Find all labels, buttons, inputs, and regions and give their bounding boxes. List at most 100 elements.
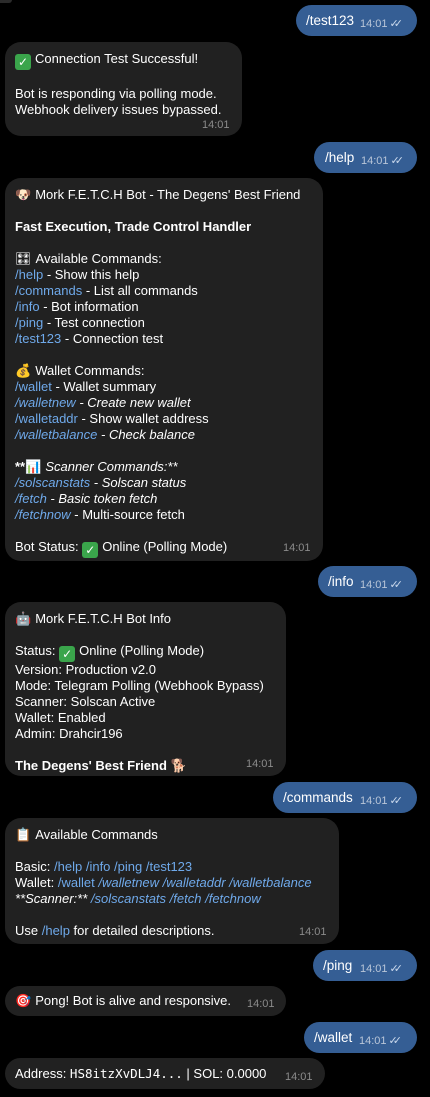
message-text: /ping [323, 958, 353, 973]
command-link[interactable]: /help [42, 923, 70, 938]
command-item: /ping - Test connection [15, 315, 145, 330]
command-item: /test123 - Connection test [15, 331, 164, 346]
message-title-line: ✓ Connection Test Successful! [15, 51, 232, 70]
scanner-line: Scanner: Solscan Active [15, 694, 156, 709]
message-text-line: Address: HS8itzXvDLJ4... | SOL: 0.0000 [15, 1066, 267, 1081]
message-time: 14:01 [247, 998, 275, 1010]
bar-chart-icon: 📊 [25, 459, 42, 474]
outgoing-message-help[interactable]: /help 14:01 ✓✓ [314, 142, 417, 173]
command-item: /solscanstats - Solscan status [15, 475, 187, 490]
command-item: /help - Show this help [15, 267, 140, 282]
bot-status-line: Bot Status: ✓ Online (Polling Mode) [15, 539, 228, 558]
admin-line: Admin: Drahcir196 [15, 726, 123, 741]
incoming-message-connection-test[interactable]: ✓ Connection Test Successful! Bot is resp… [5, 42, 242, 136]
message-title: Available Commands [35, 827, 158, 842]
double-check-read-icon: ✓✓ [390, 155, 405, 167]
message-text: /wallet [314, 1030, 353, 1045]
command-link[interactable]: /walletbalance [229, 875, 311, 890]
message-time: 14:01 [283, 542, 311, 554]
message-line: Bot is responding via polling mode. [15, 86, 217, 101]
command-item: /walletbalance - Check balance [15, 427, 195, 442]
command-link[interactable]: /wallet [15, 379, 52, 394]
command-link[interactable]: /info [15, 299, 40, 314]
message-title-line: 📋 Available Commands [15, 827, 329, 843]
incoming-message-help-list[interactable]: 🐶 Mork F.E.T.C.H Bot - The Degens' Best F… [5, 178, 323, 561]
previous-message-edge [0, 0, 12, 3]
section-header-wallet: 💰 Wallet Commands: [15, 363, 145, 378]
command-link[interactable]: /info [86, 859, 111, 874]
footer-line: The Degens' Best Friend 🐕 [15, 758, 187, 773]
message-title-line: 🤖 Mork F.E.T.C.H Bot Info [15, 611, 276, 627]
command-link[interactable]: /walletnew [15, 395, 76, 410]
remote-control-icon: 🎛 [15, 251, 32, 266]
mode-line: Mode: Telegram Polling (Webhook Bypass) [15, 678, 264, 693]
wallet-address[interactable]: HS8itzXvDLJ4... [70, 1066, 183, 1081]
message-text: /info [328, 574, 354, 589]
command-link[interactable]: /help [54, 859, 82, 874]
command-link[interactable]: /fetchnow [15, 507, 71, 522]
command-link[interactable]: /fetch [15, 491, 47, 506]
outgoing-message-commands[interactable]: /commands 14:01 ✓✓ [273, 782, 417, 813]
command-link[interactable]: /walletnew [98, 875, 159, 890]
message-text: /test123 [306, 13, 355, 28]
basic-commands-line: Basic: /help /info /ping /test123 [15, 859, 193, 874]
command-link[interactable]: /test123 [15, 331, 61, 346]
command-link[interactable]: /walletbalance [15, 427, 97, 442]
command-link[interactable]: /test123 [146, 859, 192, 874]
incoming-message-pong[interactable]: 🎯 Pong! Bot is alive and responsive. 14:0… [5, 986, 286, 1016]
command-link[interactable]: /fetch [170, 891, 202, 906]
command-link[interactable]: /help [15, 267, 43, 282]
status-line: Status: ✓ Online (Polling Mode) [15, 643, 205, 662]
message-time: 14:01 [285, 1071, 313, 1083]
outgoing-message-info[interactable]: /info 14:01 ✓✓ [318, 566, 417, 597]
message-time: 14:01 ✓✓ [359, 1035, 402, 1047]
message-time: 14:01 [246, 758, 274, 770]
check-mark-button-icon: ✓ [15, 54, 31, 70]
command-item: /wallet - Wallet summary [15, 379, 157, 394]
double-check-read-icon: ✓✓ [389, 18, 404, 30]
outgoing-message-ping[interactable]: /ping 14:01 ✓✓ [313, 950, 417, 981]
command-link[interactable]: /walletaddr [15, 411, 78, 426]
direct-hit-icon: 🎯 [15, 993, 32, 1008]
command-item: /commands - List all commands [15, 283, 198, 298]
wallet-commands-line: Wallet: /wallet /walletnew /walletaddr /… [15, 875, 312, 890]
incoming-message-wallet-summary[interactable]: Address: HS8itzXvDLJ4... | SOL: 0.0000 1… [5, 1058, 325, 1089]
command-link[interactable]: /ping [114, 859, 142, 874]
message-title: Mork F.E.T.C.H Bot Info [35, 611, 172, 626]
outgoing-message-wallet[interactable]: /wallet 14:01 ✓✓ [304, 1022, 417, 1053]
check-mark-button-icon: ✓ [59, 646, 76, 662]
message-text: /help [325, 150, 355, 165]
double-check-read-icon: ✓✓ [389, 579, 404, 591]
command-link[interactable]: /walletaddr [163, 875, 226, 890]
message-time: 14:01 ✓✓ [361, 155, 405, 167]
outgoing-message-test123[interactable]: /test123 14:01 ✓✓ [296, 5, 417, 36]
section-header-available: 🎛 Available Commands: [15, 251, 162, 266]
double-check-read-icon: ✓✓ [389, 795, 404, 807]
clipboard-icon: 📋 [15, 827, 32, 842]
command-link[interactable]: /wallet [58, 875, 95, 890]
double-check-read-icon: ✓✓ [389, 963, 404, 975]
message-time: 14:01 [202, 119, 230, 131]
wallet-line: Wallet: Enabled [15, 710, 106, 725]
incoming-message-bot-info[interactable]: 🤖 Mork F.E.T.C.H Bot Info Status: ✓ Online… [5, 602, 286, 776]
command-link[interactable]: /commands [15, 283, 82, 298]
money-bag-icon: 💰 [15, 363, 32, 378]
command-item: /info - Bot information [15, 299, 139, 314]
version-line: Version: Production v2.0 [15, 662, 156, 677]
message-title: Connection Test Successful! [35, 51, 199, 66]
check-mark-button-icon: ✓ [82, 542, 99, 558]
message-time: 14:01 [299, 926, 327, 938]
incoming-message-command-summary[interactable]: 📋 Available Commands Basic: /help /info /… [5, 818, 339, 944]
dog-icon: 🐕 [170, 758, 187, 773]
message-text: /commands [283, 790, 353, 805]
command-link[interactable]: /fetchnow [205, 891, 261, 906]
message-line: Webhook delivery issues bypassed. [15, 102, 222, 117]
message-time: 14:01 ✓✓ [360, 18, 404, 30]
command-item: /walletnew - Create new wallet [15, 395, 191, 410]
command-link[interactable]: /solscanstats [91, 891, 166, 906]
scanner-commands-line: **Scanner:** /solscanstats /fetch /fetch… [15, 891, 261, 906]
command-link[interactable]: /solscanstats [15, 475, 90, 490]
command-link[interactable]: /ping [15, 315, 43, 330]
bot-subtitle: Fast Execution, Trade Control Handler [15, 219, 252, 234]
message-time: 14:01 ✓✓ [360, 795, 404, 807]
